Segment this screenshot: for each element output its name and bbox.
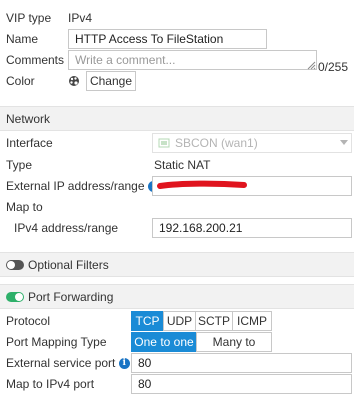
port-mapping-one-to-one-option[interactable]: One to one [131, 332, 197, 352]
color-label: Color [6, 74, 35, 88]
protocol-tcp-option[interactable]: TCP [131, 311, 164, 331]
external-service-port-label-text: External service port [6, 356, 116, 370]
network-section-title: Network [6, 112, 51, 126]
interface-select-value: SBCON (wan1) [175, 136, 258, 150]
external-service-port-label: External service port i [6, 355, 130, 371]
info-icon[interactable]: i [118, 358, 130, 370]
interface-select[interactable]: SBCON (wan1) [152, 133, 352, 153]
network-section-header: Network [0, 106, 354, 131]
map-to-ipv4-port-input[interactable]: 80 [131, 374, 352, 394]
change-color-button[interactable]: Change [86, 71, 136, 91]
port-forwarding-title: Port Forwarding [28, 290, 114, 304]
comments-label: Comments [6, 53, 65, 67]
protocol-udp-option[interactable]: UDP [163, 311, 196, 331]
port-mapping-many-to-many-option[interactable]: Many to many [196, 332, 272, 367]
type-value: Static NAT [154, 158, 211, 172]
chevron-down-icon [340, 140, 348, 145]
toggle-knob [15, 293, 23, 301]
external-ip-label-text: External IP address/range [6, 179, 145, 193]
interface-label: Interface [6, 136, 53, 150]
map-to-label: Map to [6, 200, 43, 214]
port-forwarding-toggle[interactable] [6, 292, 24, 302]
external-ip-label: External IP address/range i [6, 178, 159, 194]
color-palette-icon [69, 76, 79, 86]
optional-filters-title: Optional Filters [28, 258, 109, 272]
external-service-port-input[interactable]: 80 [131, 353, 352, 373]
port-mapping-segmented-control: One to one Many to many [131, 332, 272, 367]
type-label: Type [6, 158, 33, 172]
protocol-sctp-option[interactable]: SCTP [195, 311, 233, 331]
ipv4-range-input[interactable]: 192.168.200.21 [152, 218, 352, 238]
port-forwarding-section-header: Port Forwarding [0, 284, 354, 309]
name-label: Name [6, 32, 39, 46]
protocol-icmp-option[interactable]: ICMP [232, 311, 272, 331]
protocol-segmented-control: TCP UDP SCTP ICMP [131, 311, 272, 331]
name-input[interactable]: HTTP Access To FileStation [68, 29, 267, 49]
map-to-ipv4-port-label: Map to IPv4 port [6, 377, 95, 391]
comments-textarea[interactable]: Write a comment... [68, 50, 317, 70]
resize-handle-icon[interactable] [306, 60, 316, 70]
vip-type-value: IPv4 [68, 11, 93, 25]
protocol-label: Protocol [6, 314, 51, 328]
optional-filters-toggle[interactable] [6, 260, 24, 270]
ipv4-range-label: IPv4 address/range [14, 221, 119, 235]
toggle-knob [7, 261, 15, 269]
port-mapping-type-label: Port Mapping Type [6, 335, 107, 349]
optional-filters-section-header: Optional Filters [0, 252, 354, 277]
vip-type-label: VIP type [6, 11, 52, 25]
redaction-mark [157, 180, 247, 189]
comments-char-count: 0/255 [318, 60, 349, 74]
interface-port-icon [158, 138, 170, 148]
